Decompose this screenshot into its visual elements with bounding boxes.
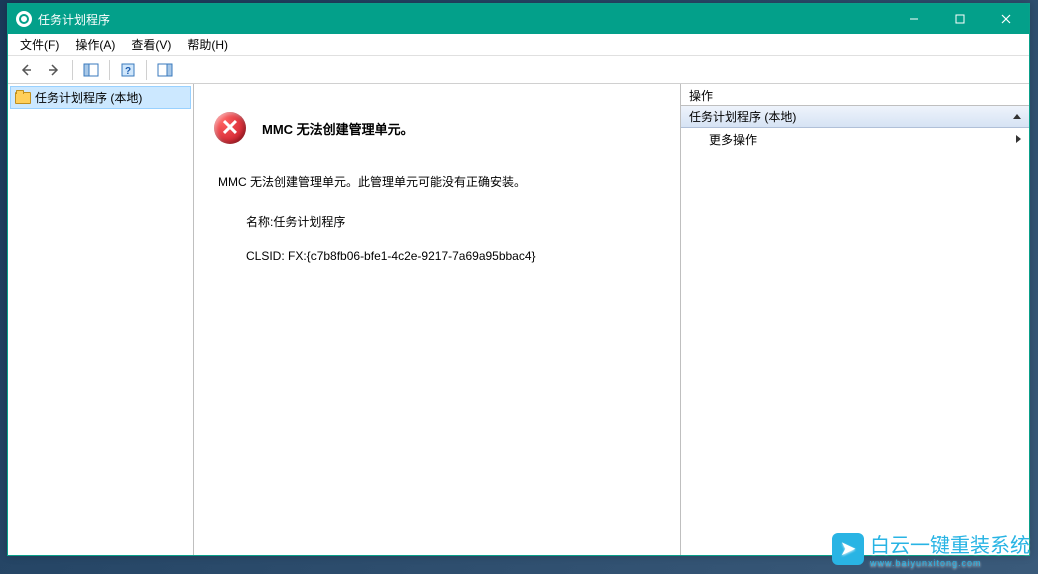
tree-pane[interactable]: 任务计划程序 (本地): [8, 84, 194, 555]
actions-section-label: 任务计划程序 (本地): [689, 108, 796, 125]
watermark-logo-icon: ➤: [832, 533, 864, 565]
error-name: 名称:任务计划程序: [246, 209, 660, 235]
window-title: 任务计划程序: [38, 11, 891, 28]
body-area: 任务计划程序 (本地) ✕ MMC 无法创建管理单元。 MMC 无法创建管理单元…: [8, 84, 1029, 555]
collapse-icon: [1013, 114, 1021, 119]
error-title: MMC 无法创建管理单元。: [262, 119, 414, 138]
actions-more-label: 更多操作: [709, 131, 757, 148]
content-pane: ✕ MMC 无法创建管理单元。 MMC 无法创建管理单元。此管理单元可能没有正确…: [194, 84, 681, 555]
toolbar: ?: [8, 56, 1029, 84]
menu-help[interactable]: 帮助(H): [179, 34, 236, 55]
folder-icon: [15, 92, 31, 104]
watermark: ➤ 白云一键重装系统 www.baiyunxitong.com: [832, 529, 1030, 568]
submenu-icon: [1016, 135, 1021, 143]
help-button[interactable]: ?: [116, 58, 140, 82]
menu-view[interactable]: 查看(V): [123, 34, 179, 55]
menubar: 文件(F) 操作(A) 查看(V) 帮助(H): [8, 34, 1029, 56]
close-button[interactable]: [983, 4, 1029, 34]
svg-text:?: ?: [125, 66, 131, 77]
error-icon: ✕: [214, 112, 246, 144]
error-message: MMC 无法创建管理单元。此管理单元可能没有正确安装。: [218, 168, 660, 197]
forward-button[interactable]: [42, 58, 66, 82]
actions-section[interactable]: 任务计划程序 (本地): [681, 106, 1029, 128]
show-hide-action-button[interactable]: [153, 58, 177, 82]
actions-pane: 操作 任务计划程序 (本地) 更多操作: [681, 84, 1029, 555]
maximize-button[interactable]: [937, 4, 983, 34]
tree-root-label: 任务计划程序 (本地): [35, 89, 142, 106]
titlebar[interactable]: 任务计划程序: [8, 4, 1029, 34]
main-window: 任务计划程序 文件(F) 操作(A) 查看(V) 帮助(H): [7, 3, 1030, 556]
show-hide-tree-button[interactable]: [79, 58, 103, 82]
app-icon: [16, 11, 32, 27]
actions-header: 操作: [681, 84, 1029, 106]
tree-root-item[interactable]: 任务计划程序 (本地): [10, 86, 191, 109]
watermark-text: 白云一键重装系统: [870, 535, 1030, 557]
back-button[interactable]: [14, 58, 38, 82]
menu-action[interactable]: 操作(A): [67, 34, 123, 55]
minimize-button[interactable]: [891, 4, 937, 34]
error-clsid: CLSID: FX:{c7b8fb06-bfe1-4c2e-9217-7a69a…: [246, 243, 660, 269]
menu-file[interactable]: 文件(F): [12, 34, 67, 55]
watermark-url: www.baiyunxitong.com: [870, 558, 1030, 568]
actions-more[interactable]: 更多操作: [681, 128, 1029, 150]
